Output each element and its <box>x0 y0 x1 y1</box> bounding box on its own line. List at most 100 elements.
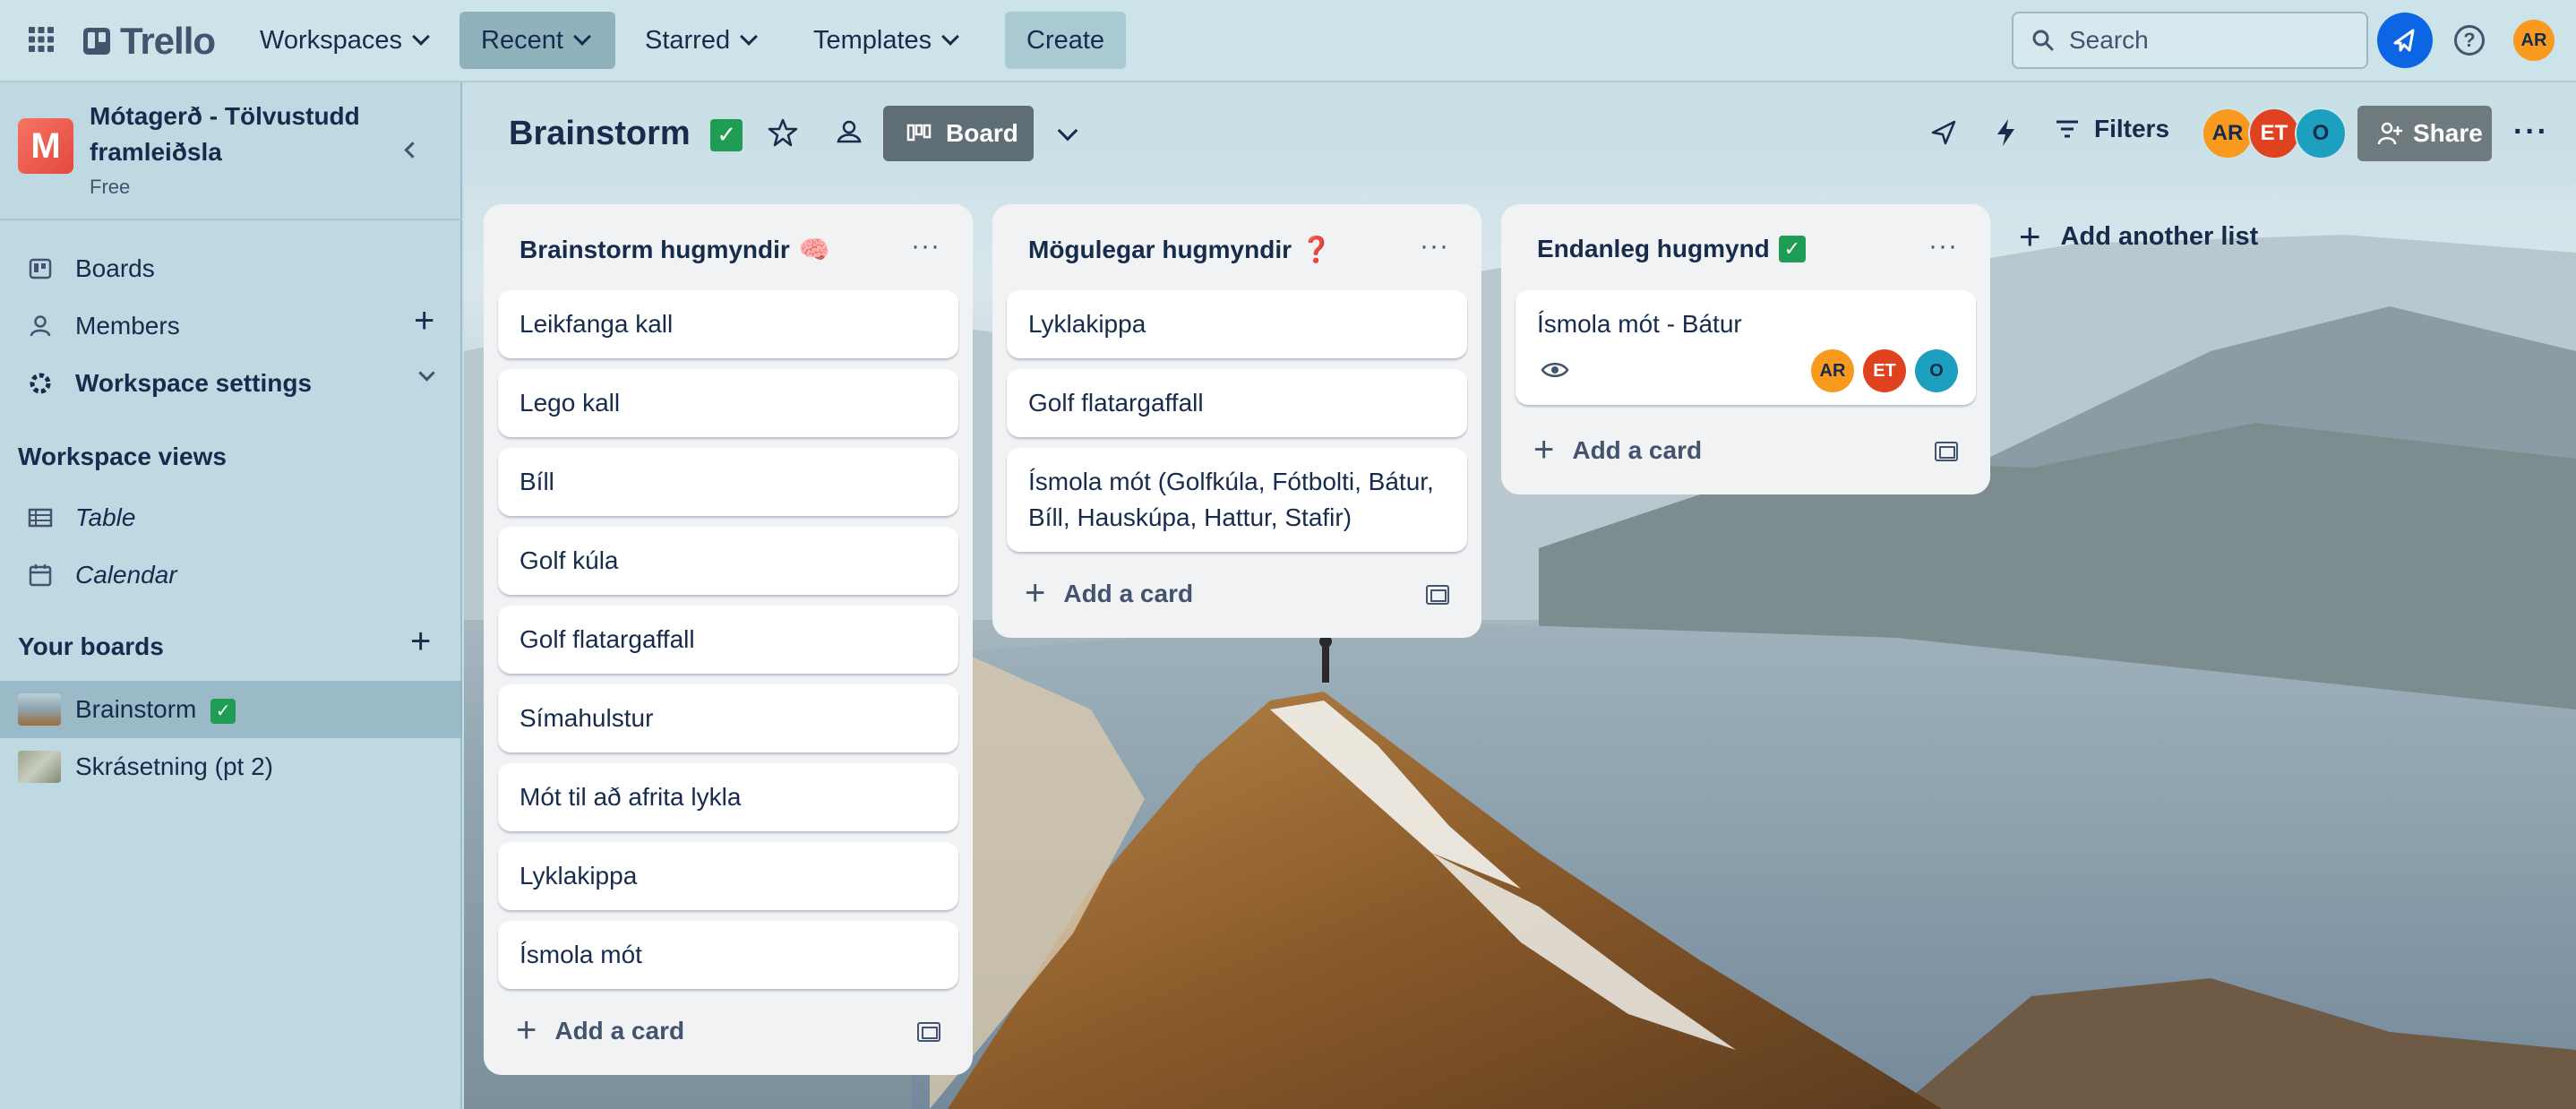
list-title[interactable]: Mögulegar hugmyndir ❓ <box>1028 235 1332 264</box>
search-placeholder: Search <box>2069 26 2149 54</box>
sidebar-board-label: Brainstorm ✓ <box>75 695 236 724</box>
notifications-button[interactable] <box>2377 13 2433 68</box>
list-title[interactable]: Endanleg hugmynd ✓ <box>1537 235 1806 263</box>
member-avatar[interactable]: AR <box>1811 349 1854 392</box>
card[interactable]: Golf flatargaffall <box>498 606 958 674</box>
workspace-name[interactable]: Mótagerð - Tölvustudd framleiðsla <box>90 99 360 170</box>
search-input[interactable]: Search <box>2012 12 2368 69</box>
power-ups-icon[interactable] <box>1928 116 1960 149</box>
question-mark-icon: ❓ <box>1301 236 1332 263</box>
eye-watch-icon <box>1541 363 1569 377</box>
member-avatar[interactable]: ET <box>1863 349 1906 392</box>
starred-menu[interactable]: Starred <box>623 12 777 69</box>
automation-icon[interactable] <box>1990 116 2022 149</box>
add-member-icon[interactable]: + <box>414 301 434 341</box>
card[interactable]: Ísmola mót - Bátur AR ET O <box>1516 290 1976 405</box>
add-list-label: Add another list <box>2060 221 2259 251</box>
sidebar-item-boards[interactable]: Boards <box>0 240 462 297</box>
filter-icon <box>2057 120 2078 138</box>
user-avatar[interactable]: AR <box>2513 20 2555 61</box>
card[interactable]: Golf kúla <box>498 527 958 595</box>
card-title: Leikfanga kall <box>519 310 674 338</box>
plus-icon: + <box>1533 430 1555 469</box>
workspace-logo: M <box>18 118 73 174</box>
member-avatar[interactable]: O <box>1915 349 1958 392</box>
add-card-button[interactable]: + Add a card <box>516 1010 684 1051</box>
list-menu-icon[interactable]: ··· <box>911 231 940 262</box>
card[interactable]: Ísmola mót <box>498 921 958 989</box>
member-avatar[interactable]: O <box>2295 107 2347 159</box>
card-title: Golf flatargaffall <box>519 625 695 653</box>
board-thumbnail <box>18 693 61 726</box>
trello-logo[interactable]: Trello <box>82 20 216 63</box>
member-avatar[interactable]: ET <box>2248 107 2300 159</box>
filters-button[interactable]: Filters <box>2055 115 2169 143</box>
sidebar-board-skrasetning[interactable]: Skrásetning (pt 2) <box>0 738 462 795</box>
board-title-text: Brainstorm <box>509 115 691 152</box>
search-icon <box>2032 30 2054 51</box>
card-title: Ísmola mót <box>519 941 642 968</box>
table-icon <box>27 504 54 531</box>
card-template-icon[interactable] <box>1935 442 1958 461</box>
add-card-label: Add a card <box>554 1016 685 1045</box>
collapse-sidebar-button[interactable] <box>396 136 423 163</box>
board-thumbnail <box>18 751 61 783</box>
brain-icon: 🧠 <box>798 236 830 263</box>
sidebar-item-members[interactable]: Members + <box>0 297 462 355</box>
sidebar-item-workspace-settings[interactable]: Workspace settings <box>0 355 462 412</box>
apps-grid-icon[interactable] <box>27 25 56 54</box>
list-menu-icon[interactable]: ··· <box>1420 231 1449 262</box>
card[interactable]: Ísmola mót (Golfkúla, Fótbolti, Bátur, B… <box>1007 448 1467 552</box>
card[interactable]: Golf flatargaffall <box>1007 369 1467 437</box>
templates-menu[interactable]: Templates <box>792 12 978 69</box>
sidebar-view-table[interactable]: Table <box>0 489 462 546</box>
sidebar-view-label: Table <box>75 503 136 531</box>
member-initials: AR <box>2211 121 2244 145</box>
workspace-sidebar: M Mótagerð - Tölvustudd framleiðsla Free… <box>0 82 462 1109</box>
card-title: Ísmola mót (Golfkúla, Fótbolti, Bátur, B… <box>1028 468 1434 531</box>
megaphone-icon <box>2393 29 2415 52</box>
add-board-icon[interactable]: + <box>410 622 431 662</box>
board-members[interactable]: AR ET O <box>2202 107 2347 159</box>
sidebar-view-calendar[interactable]: Calendar <box>0 546 462 604</box>
card[interactable]: Lyklakippa <box>498 842 958 910</box>
add-card-button[interactable]: + Add a card <box>1533 430 1702 470</box>
card-template-icon[interactable] <box>1426 585 1449 605</box>
star-board-icon[interactable] <box>767 116 799 149</box>
list-endanleg-hugmynd: Endanleg hugmynd ✓ ··· Ísmola mót - Bátu… <box>1501 204 1990 494</box>
starred-menu-label: Starred <box>645 25 731 55</box>
member-avatar[interactable]: AR <box>2202 107 2254 159</box>
sidebar-board-brainstorm[interactable]: Brainstorm ✓ <box>0 681 462 738</box>
create-button[interactable]: Create <box>1005 12 1127 69</box>
board-view-button[interactable]: Board <box>883 106 1034 161</box>
card-template-icon[interactable] <box>917 1022 940 1042</box>
chevron-down-icon <box>1057 120 1078 142</box>
recent-menu[interactable]: Recent <box>459 12 615 69</box>
card[interactable]: Mót til að afrita lykla <box>498 763 958 831</box>
workspaces-menu[interactable]: Workspaces <box>238 12 449 69</box>
chevron-down-icon[interactable] <box>418 365 435 382</box>
board-title[interactable]: Brainstorm ✓ <box>509 115 743 153</box>
share-button[interactable]: Share <box>2357 106 2492 161</box>
card[interactable]: Lego kall <box>498 369 958 437</box>
member-initials: O <box>1929 361 1944 381</box>
help-icon[interactable]: ? <box>2454 25 2485 56</box>
visibility-icon[interactable] <box>833 116 865 149</box>
card-title: Símahulstur <box>519 704 654 732</box>
list-menu-icon[interactable]: ··· <box>1928 231 1958 262</box>
views-dropdown-button[interactable] <box>1052 118 1084 150</box>
card[interactable]: Símahulstur <box>498 684 958 752</box>
trello-wordmark: Trello <box>120 20 216 62</box>
add-card-button[interactable]: + Add a card <box>1025 573 1193 614</box>
card[interactable]: Lyklakippa <box>1007 290 1467 358</box>
workspace-name-line2: framleiðsla <box>90 138 222 166</box>
board-menu-icon[interactable]: ··· <box>2513 115 2549 150</box>
card[interactable]: Bíll <box>498 448 958 516</box>
list-title[interactable]: Brainstorm hugmyndir 🧠 <box>519 235 830 264</box>
card-members: AR ET O <box>1811 349 1958 392</box>
card[interactable]: Leikfanga kall <box>498 290 958 358</box>
add-another-list-button[interactable]: + Add another list <box>2019 215 2258 258</box>
share-label: Share <box>2413 119 2483 147</box>
create-button-label: Create <box>1026 25 1105 55</box>
sidebar-board-label: Skrásetning (pt 2) <box>75 752 273 780</box>
